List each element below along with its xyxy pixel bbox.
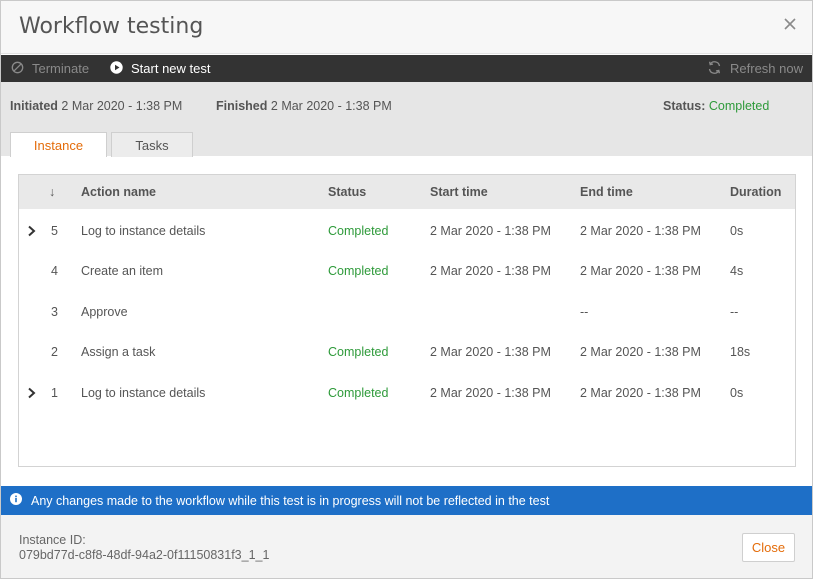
row-number: 1	[51, 386, 58, 400]
refresh-icon	[707, 60, 730, 78]
column-status[interactable]: Status	[328, 175, 366, 209]
play-circle-icon	[110, 60, 131, 77]
start-new-test-button[interactable]: Start new test	[110, 55, 210, 82]
instance-id-value: 079bd77d-c8f8-48df-94a2-0f11150831f3_1_1	[19, 548, 270, 562]
initiated-info: Initiated 2 Mar 2020 - 1:38 PM	[10, 99, 182, 113]
column-start-time[interactable]: Start time	[430, 175, 488, 209]
action-status: Completed	[328, 345, 389, 359]
action-status: Completed	[328, 264, 389, 278]
status-info: Status: Completed	[663, 99, 769, 113]
refresh-now-label: Refresh now	[730, 61, 803, 76]
dialog-title: Workflow testing	[19, 14, 204, 39]
sort-arrow-icon[interactable]: ↓	[49, 175, 55, 209]
action-duration: 0s	[730, 224, 744, 238]
close-icon[interactable]	[780, 13, 800, 35]
action-end-time: 2 Mar 2020 - 1:38 PM	[580, 224, 701, 238]
action-name: Log to instance details	[81, 386, 206, 400]
finished-value: 2 Mar 2020 - 1:38 PM	[270, 99, 392, 113]
initiated-value: 2 Mar 2020 - 1:38 PM	[61, 99, 183, 113]
ban-icon	[11, 61, 32, 77]
action-duration: 4s	[730, 264, 744, 278]
action-status: Completed	[328, 224, 389, 238]
chevron-right-icon[interactable]	[27, 373, 47, 413]
info-notice-bar: Any changes made to the workflow while t…	[1, 486, 812, 515]
action-duration: 18s	[730, 345, 751, 359]
close-button[interactable]: Close	[742, 533, 795, 562]
info-notice-text: Any changes made to the workflow while t…	[31, 493, 550, 508]
actions-table: ↓ Action name Status Start time End time…	[18, 174, 796, 467]
workflow-testing-dialog: Workflow testing Terminate Start new tes…	[0, 0, 813, 579]
action-start-time: 2 Mar 2020 - 1:38 PM	[430, 345, 551, 359]
finished-info: Finished 2 Mar 2020 - 1:38 PM	[216, 99, 392, 113]
table-row[interactable]: 3 Approve -- --	[19, 292, 795, 332]
initiated-label: Initiated	[10, 99, 58, 113]
toolbar: Terminate Start new test Refresh now	[1, 55, 812, 82]
column-action-name[interactable]: Action name	[81, 175, 156, 209]
action-status: Completed	[328, 386, 389, 400]
action-end-time: 2 Mar 2020 - 1:38 PM	[580, 345, 701, 359]
action-start-time: 2 Mar 2020 - 1:38 PM	[430, 386, 551, 400]
status-badge: Completed	[708, 99, 770, 113]
table-row[interactable]: 2 Assign a task Completed 2 Mar 2020 - 1…	[19, 332, 795, 372]
action-start-time: 2 Mar 2020 - 1:38 PM	[430, 264, 551, 278]
terminate-label: Terminate	[32, 61, 90, 76]
row-number: 3	[51, 305, 58, 319]
action-name: Approve	[81, 305, 128, 319]
table-row[interactable]: 1 Log to instance details Completed 2 Ma…	[19, 373, 795, 413]
table-row[interactable]: 4 Create an item Completed 2 Mar 2020 - …	[19, 251, 795, 291]
dialog-footer: Instance ID: 079bd77d-c8f8-48df-94a2-0f1…	[1, 515, 812, 578]
action-name: Assign a task	[81, 345, 156, 359]
table-row[interactable]: 5 Log to instance details Completed 2 Ma…	[19, 211, 795, 251]
action-name: Create an item	[81, 264, 163, 278]
status-label: Status:	[663, 99, 706, 113]
action-end-time: 2 Mar 2020 - 1:38 PM	[580, 386, 701, 400]
row-number: 5	[51, 224, 58, 238]
action-start-time: 2 Mar 2020 - 1:38 PM	[430, 224, 551, 238]
action-end-time: 2 Mar 2020 - 1:38 PM	[580, 264, 701, 278]
action-duration: 0s	[730, 386, 744, 400]
table-header: ↓ Action name Status Start time End time…	[19, 175, 795, 209]
action-name: Log to instance details	[81, 224, 206, 238]
column-duration[interactable]: Duration	[730, 175, 781, 209]
finished-label: Finished	[216, 99, 268, 113]
start-new-test-label: Start new test	[131, 61, 211, 76]
dialog-header: Workflow testing	[1, 1, 812, 54]
tab-tasks[interactable]: Tasks	[111, 132, 193, 157]
instance-summary: Initiated 2 Mar 2020 - 1:38 PM Finished …	[1, 82, 812, 157]
row-number: 4	[51, 264, 58, 278]
action-duration: --	[730, 305, 739, 319]
terminate-button[interactable]: Terminate	[11, 55, 89, 82]
refresh-now-button[interactable]: Refresh now	[707, 55, 803, 82]
info-circle-icon	[1, 493, 31, 508]
instance-id-label: Instance ID:	[19, 533, 86, 547]
row-number: 2	[51, 345, 58, 359]
tab-instance[interactable]: Instance	[10, 132, 107, 157]
chevron-right-icon[interactable]	[27, 211, 47, 251]
column-end-time[interactable]: End time	[580, 175, 633, 209]
action-end-time: --	[580, 305, 589, 319]
